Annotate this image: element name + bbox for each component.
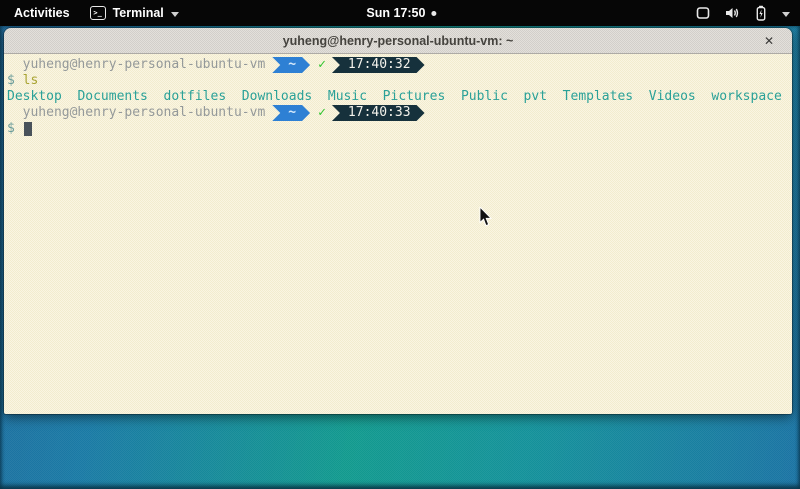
prompt-path: ~ bbox=[288, 57, 296, 73]
window-title: yuheng@henry-personal-ubuntu-vm: ~ bbox=[283, 34, 514, 48]
check-icon: ✓ bbox=[318, 57, 326, 73]
directory-name: dotfiles bbox=[164, 89, 242, 104]
text-cursor bbox=[24, 122, 32, 136]
mouse-cursor bbox=[479, 207, 493, 232]
prompt-path: ~ bbox=[288, 105, 296, 121]
prompt-time-segment: 17:40:33 bbox=[332, 105, 425, 121]
prompt-symbol: $ bbox=[7, 73, 15, 89]
top-bar: Activities >_ Terminal Sun 17:50 bbox=[0, 0, 800, 26]
prompt-path-segment: ~ bbox=[272, 57, 310, 73]
clock-label: Sun 17:50 bbox=[366, 6, 425, 20]
prompt-line: yuheng@henry-personal-ubuntu-vm ~ ✓ 17:4… bbox=[7, 105, 789, 121]
prompt-time: 17:40:32 bbox=[348, 57, 411, 73]
ls-output-line: DesktopDocumentsdotfilesDownloadsMusicPi… bbox=[7, 89, 789, 105]
directory-name: Pictures bbox=[383, 89, 461, 104]
screen-icon bbox=[695, 5, 711, 21]
command-line: $ ls bbox=[7, 73, 789, 89]
terminal-app-icon: >_ bbox=[90, 6, 106, 20]
directory-name: pvt bbox=[524, 89, 563, 104]
chevron-down-icon bbox=[171, 12, 179, 17]
prompt-line: yuheng@henry-personal-ubuntu-vm ~ ✓ 17:4… bbox=[7, 57, 789, 73]
app-menu-label: Terminal bbox=[113, 6, 164, 20]
battery-charging-icon bbox=[753, 5, 769, 21]
clock-menu[interactable]: Sun 17:50 bbox=[366, 0, 436, 26]
directory-name: Downloads bbox=[242, 89, 328, 104]
close-icon[interactable]: ✕ bbox=[758, 28, 780, 54]
system-status-area[interactable] bbox=[695, 0, 790, 26]
directory-name: Music bbox=[328, 89, 383, 104]
window-titlebar[interactable]: yuheng@henry-personal-ubuntu-vm: ~ ✕ bbox=[4, 28, 792, 54]
app-menu-terminal[interactable]: >_ Terminal bbox=[90, 6, 179, 20]
check-icon: ✓ bbox=[318, 105, 326, 121]
terminal-content[interactable]: yuheng@henry-personal-ubuntu-vm ~ ✓ 17:4… bbox=[4, 54, 792, 414]
directory-name: Templates bbox=[563, 89, 649, 104]
prompt-time-segment: 17:40:32 bbox=[332, 57, 425, 73]
prompt-path-segment: ~ bbox=[272, 105, 310, 121]
directory-name: Public bbox=[461, 89, 524, 104]
input-line[interactable]: $ bbox=[7, 121, 789, 137]
directory-name: Documents bbox=[77, 89, 163, 104]
chevron-down-icon bbox=[782, 12, 790, 17]
directory-name: Videos bbox=[649, 89, 712, 104]
directory-name: workspace bbox=[711, 89, 792, 104]
notification-dot-icon bbox=[431, 11, 436, 16]
activities-button[interactable]: Activities bbox=[14, 6, 70, 20]
prompt-user: yuheng@henry-personal-ubuntu-vm bbox=[7, 105, 265, 121]
volume-icon bbox=[724, 5, 740, 21]
terminal-window: yuheng@henry-personal-ubuntu-vm: ~ ✕ yuh… bbox=[4, 28, 792, 414]
command-text: ls bbox=[23, 73, 39, 89]
prompt-time: 17:40:33 bbox=[348, 105, 411, 121]
prompt-user: yuheng@henry-personal-ubuntu-vm bbox=[7, 57, 265, 73]
directory-name: Desktop bbox=[7, 89, 77, 104]
prompt-symbol: $ bbox=[7, 121, 15, 137]
